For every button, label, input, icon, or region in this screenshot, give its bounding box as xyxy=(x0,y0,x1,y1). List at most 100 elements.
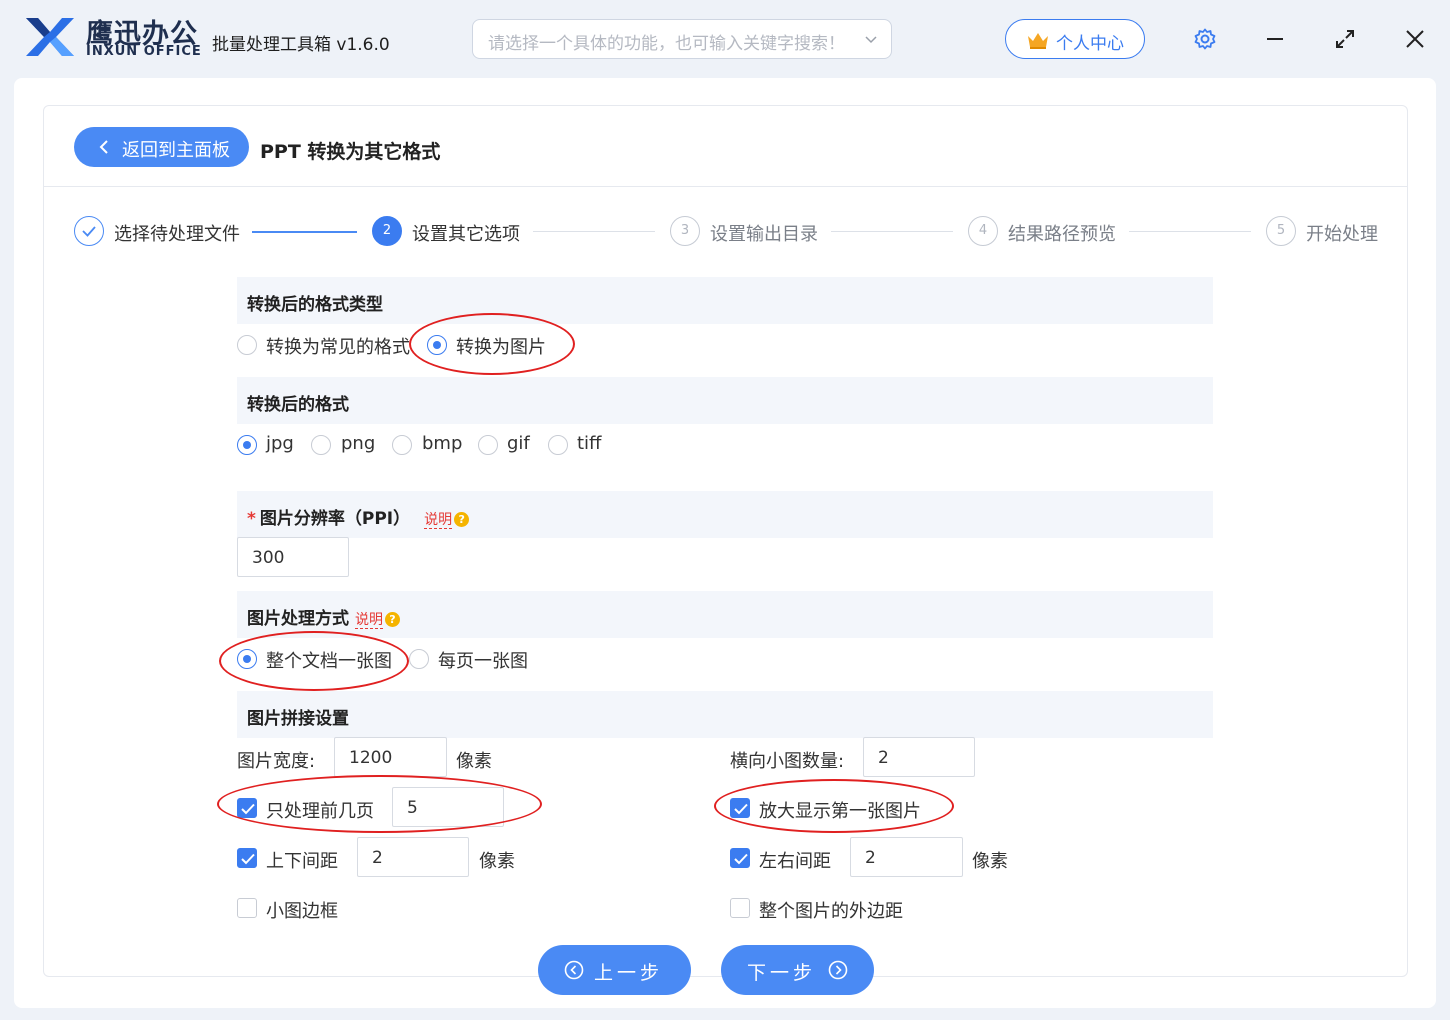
first-pages-label[interactable]: 只处理前几页 xyxy=(266,797,374,823)
chevron-left-circle-icon xyxy=(564,960,584,980)
step-2-label: 设置其它选项 xyxy=(412,220,520,246)
vertical-gap-label[interactable]: 上下间距 xyxy=(266,847,338,873)
enlarge-first-label[interactable]: 放大显示第一张图片 xyxy=(759,797,921,823)
step-connector xyxy=(831,231,953,232)
horizontal-gap-label[interactable]: 左右间距 xyxy=(759,847,831,873)
outer-margin-checkbox[interactable] xyxy=(730,898,750,918)
next-step-label: 下一步 xyxy=(747,958,816,985)
radio-gif-label[interactable]: gif xyxy=(507,433,530,454)
radio-png-label[interactable]: png xyxy=(341,433,375,454)
vertical-gap-input[interactable]: 2 xyxy=(357,837,469,877)
step-4-label: 结果路径预览 xyxy=(1008,220,1116,246)
first-pages-checkbox[interactable] xyxy=(237,798,257,818)
image-width-input[interactable]: 1200 xyxy=(334,737,447,777)
radio-whole-doc-one-image-label[interactable]: 整个文档一张图 xyxy=(266,647,392,673)
resolution-section-header: *图片分辨率（PPI）说明? xyxy=(237,491,1213,538)
radio-jpg[interactable] xyxy=(237,435,257,455)
step-4-indicator: 4 xyxy=(968,216,998,246)
radio-bmp[interactable] xyxy=(392,435,412,455)
radio-to-image[interactable] xyxy=(427,335,447,355)
user-center-button[interactable]: 个人中心 xyxy=(1005,19,1145,59)
resolution-title: *图片分辨率（PPI）说明? xyxy=(247,504,469,529)
process-mode-title-text: 图片处理方式 xyxy=(247,609,349,629)
radio-tiff[interactable] xyxy=(548,435,568,455)
step-1-check-icon xyxy=(74,216,104,246)
radio-to-image-label[interactable]: 转换为图片 xyxy=(456,333,546,359)
radio-common-format[interactable] xyxy=(237,335,257,355)
step-2-indicator: 2 xyxy=(372,216,402,246)
gear-icon[interactable] xyxy=(1193,27,1217,51)
search-placeholder: 请选择一个具体的功能，也可输入关键字搜索！ xyxy=(488,29,845,54)
radio-one-image-per-page[interactable] xyxy=(409,649,429,669)
radio-common-format-label[interactable]: 转换为常见的格式 xyxy=(266,333,410,359)
radio-gif[interactable] xyxy=(478,435,498,455)
prev-step-label: 上一步 xyxy=(594,958,663,985)
horizontal-gap-input[interactable]: 2 xyxy=(850,837,963,877)
first-pages-value: 5 xyxy=(407,798,418,818)
resolution-help-link[interactable]: 说明 xyxy=(424,512,452,529)
radio-tiff-label[interactable]: tiff xyxy=(577,433,601,454)
thumbnail-border-label[interactable]: 小图边框 xyxy=(266,897,338,923)
horizontal-gap-unit: 像素 xyxy=(972,847,1008,873)
process-mode-help-link[interactable]: 说明 xyxy=(355,612,383,629)
prev-step-button[interactable]: 上一步 xyxy=(538,945,691,995)
stitch-section-header: 图片拼接设置 xyxy=(237,691,1213,738)
radio-jpg-label[interactable]: jpg xyxy=(266,433,294,454)
inxun-logo-icon xyxy=(22,14,78,60)
step-5-label: 开始处理 xyxy=(1306,220,1378,246)
step-connector xyxy=(1129,231,1251,232)
next-step-button[interactable]: 下一步 xyxy=(721,945,874,995)
radio-one-image-per-page-label[interactable]: 每页一张图 xyxy=(438,647,528,673)
app-title: 批量处理工具箱 v1.6.0 xyxy=(212,30,390,55)
radio-bmp-label[interactable]: bmp xyxy=(422,433,462,454)
horizontal-count-input[interactable]: 2 xyxy=(863,737,975,777)
first-pages-input[interactable]: 5 xyxy=(392,787,504,827)
chevron-right-circle-icon xyxy=(828,960,848,980)
step-5-indicator: 5 xyxy=(1266,216,1296,246)
resolution-input[interactable]: 300 xyxy=(237,537,349,577)
vertical-gap-value: 2 xyxy=(372,848,383,868)
enlarge-first-checkbox[interactable] xyxy=(730,798,750,818)
vertical-gap-unit: 像素 xyxy=(479,847,515,873)
page-title: PPT 转换为其它格式 xyxy=(260,137,440,164)
step-3-indicator: 3 xyxy=(670,216,700,246)
divider xyxy=(44,186,1407,187)
image-width-label: 图片宽度: xyxy=(237,747,315,773)
search-input[interactable]: 请选择一个具体的功能，也可输入关键字搜索！ xyxy=(472,19,892,59)
vertical-gap-checkbox[interactable] xyxy=(237,848,257,868)
crown-icon xyxy=(1026,30,1050,50)
outer-margin-label[interactable]: 整个图片的外边距 xyxy=(759,897,903,923)
user-center-label: 个人中心 xyxy=(1056,29,1124,54)
format-type-title: 转换后的格式类型 xyxy=(247,290,383,315)
back-to-main-button[interactable]: 返回到主面板 xyxy=(74,127,249,167)
close-icon[interactable] xyxy=(1403,27,1427,51)
question-icon[interactable]: ? xyxy=(454,512,469,527)
format-title: 转换后的格式 xyxy=(247,390,349,415)
step-connector xyxy=(533,231,655,232)
title-bar: 鹰迅办公 INXUN OFFICE 批量处理工具箱 v1.6.0 请选择一个具体… xyxy=(0,0,1450,78)
horizontal-gap-value: 2 xyxy=(865,848,876,868)
horizontal-gap-checkbox[interactable] xyxy=(730,848,750,868)
horizontal-count-value: 2 xyxy=(878,748,889,768)
resolution-value: 300 xyxy=(252,548,284,568)
chevron-down-icon[interactable] xyxy=(863,31,879,47)
image-width-value: 1200 xyxy=(349,748,392,768)
chevron-left-icon xyxy=(98,140,110,154)
image-width-unit: 像素 xyxy=(456,747,492,773)
back-button-label: 返回到主面板 xyxy=(122,136,230,162)
radio-png[interactable] xyxy=(311,435,331,455)
process-mode-title: 图片处理方式说明? xyxy=(247,604,400,629)
radio-whole-doc-one-image[interactable] xyxy=(237,649,257,669)
brand-name-en: INXUN OFFICE xyxy=(86,44,202,59)
stitch-title: 图片拼接设置 xyxy=(247,704,349,729)
question-icon[interactable]: ? xyxy=(385,612,400,627)
thumbnail-border-checkbox[interactable] xyxy=(237,898,257,918)
minimize-icon[interactable] xyxy=(1263,27,1287,51)
maximize-icon[interactable] xyxy=(1333,27,1357,51)
format-type-section-header: 转换后的格式类型 xyxy=(237,277,1213,324)
resolution-title-text: 图片分辨率（PPI） xyxy=(260,509,410,529)
step-3-label: 设置输出目录 xyxy=(710,220,818,246)
step-connector xyxy=(252,231,357,233)
step-1-label: 选择待处理文件 xyxy=(114,220,240,246)
format-section-header: 转换后的格式 xyxy=(237,377,1213,424)
